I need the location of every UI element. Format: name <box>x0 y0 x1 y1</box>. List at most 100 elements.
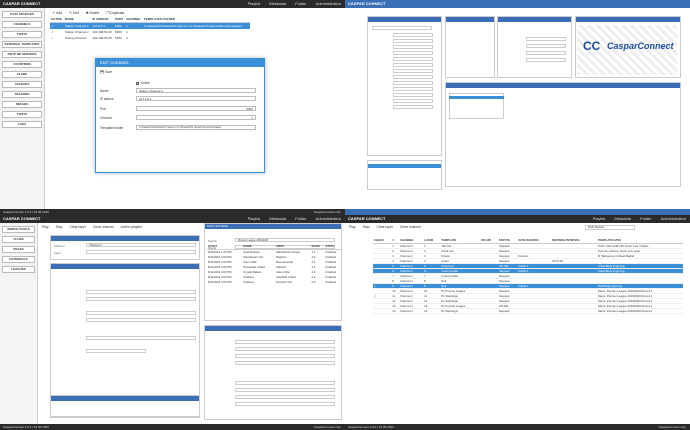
template-select[interactable] <box>86 336 196 340</box>
sidebar-item-clubs[interactable]: CLUBS <box>2 71 42 78</box>
sidebar-item-externals[interactable]: EXTERNALS <box>2 256 35 263</box>
data-panel <box>445 82 681 187</box>
active-label: Active <box>141 81 150 85</box>
sidebar-item-logs[interactable]: LOGS <box>2 121 42 128</box>
sidebar-item-simple-pools[interactable]: SIMPLE POOLS <box>2 226 35 233</box>
stop-button[interactable]: Stop <box>363 225 370 229</box>
channel-stepper[interactable]: 1 <box>136 115 256 120</box>
sidebar-item-data-sources[interactable]: DATA SOURCES <box>2 11 42 18</box>
mapping-field[interactable] <box>235 381 335 385</box>
prop-field[interactable] <box>393 75 433 79</box>
mapping-field[interactable] <box>235 340 335 344</box>
sidebar-item-servers[interactable]: SW IP-NR SERVERS <box>2 51 42 58</box>
mapping-field[interactable] <box>235 361 335 365</box>
menu-folder[interactable]: Folder <box>295 1 306 6</box>
ip-field[interactable]: 127.0.0.1 <box>136 96 256 101</box>
menu-playlist[interactable]: Playlist <box>593 216 606 221</box>
prop-field[interactable] <box>372 26 432 30</box>
table-row[interactable]: 14 Channel 1 14 PL Standings Stopped Name: Pr… <box>373 308 683 314</box>
brand-link[interactable]: CasparConnect.com <box>659 424 686 430</box>
list-item-selected[interactable] <box>449 96 504 99</box>
prop-field[interactable] <box>393 87 433 91</box>
sidebar-item-channels[interactable]: CHANNELS <box>2 21 42 28</box>
search-input[interactable]: Premier League 2019/2020 <box>235 238 335 242</box>
template-select[interactable] <box>86 318 196 322</box>
top-menu: Playlist Metadata Folder Administration <box>240 0 341 8</box>
clear-layer-button[interactable]: Clear layer <box>70 225 86 229</box>
prop-field[interactable] <box>393 63 433 67</box>
port-stepper[interactable]: 5250 <box>136 106 256 111</box>
mapping-field[interactable] <box>235 354 335 358</box>
sidebar-item-leagues[interactable]: LEAGUES <box>2 266 35 273</box>
template-select[interactable] <box>86 290 196 294</box>
sidebar-item-leagues[interactable]: LEAGUES <box>2 81 42 88</box>
sidebar-item-external-templates[interactable]: EXTERNAL TEMPLATES <box>2 41 42 48</box>
prop-field[interactable] <box>393 57 433 61</box>
menu-playlist[interactable]: Playlist <box>248 1 261 6</box>
prop-field[interactable] <box>393 105 433 109</box>
sidebar-item-seasons[interactable]: SEASONS <box>2 91 42 98</box>
table-row[interactable]: 8/11/2019 4:00 PM Chelsea Norwich City 2:3 F… <box>207 280 342 285</box>
active-checkbox[interactable]: Active <box>136 81 150 85</box>
panel-header <box>51 236 199 241</box>
prop-field[interactable] <box>393 81 433 85</box>
channels-window: CASPAR CONNECT Playlist Metadata Folder … <box>0 0 345 215</box>
panel-header <box>51 264 199 269</box>
mapping-field[interactable] <box>235 388 335 392</box>
menu-administration[interactable]: Administration <box>316 216 341 221</box>
menu-metadata[interactable]: Metadata <box>614 216 631 221</box>
setting-field[interactable] <box>526 58 566 62</box>
setting-field[interactable] <box>526 44 566 48</box>
play-button[interactable]: Play <box>349 225 356 229</box>
clear-layer-button[interactable]: Clear layer <box>377 225 393 229</box>
sidebar-item-images[interactable]: IMAGES <box>2 101 42 108</box>
mapping-field[interactable] <box>235 402 335 406</box>
sidebar-item-clubs[interactable]: CLUBS <box>2 236 35 243</box>
menu-metadata[interactable]: Metadata <box>269 1 286 6</box>
menu-administration[interactable]: Administration <box>316 1 341 6</box>
sidebar-item-countries[interactable]: COUNTRIES <box>2 61 42 68</box>
mapping-field[interactable] <box>235 347 335 351</box>
sidebar-item-fonts2[interactable]: FONTS <box>2 111 42 118</box>
paging-field[interactable] <box>86 349 146 353</box>
list-item-selected[interactable] <box>368 164 441 168</box>
sidebar-item-roles[interactable]: ROLES <box>2 246 35 253</box>
template-select[interactable] <box>86 311 196 315</box>
playlist-select[interactable]: 2020 Default <box>585 225 635 230</box>
template-select[interactable] <box>86 297 196 301</box>
prop-field[interactable] <box>393 99 433 103</box>
sidebar-item-fonts[interactable]: FONTS <box>2 31 42 38</box>
menu-playlist[interactable]: Playlist <box>248 216 261 221</box>
save-button[interactable]: 💾 Save <box>100 70 112 74</box>
menu-metadata[interactable]: Metadata <box>269 216 286 221</box>
delete-button[interactable]: ✖ Delete <box>86 11 100 15</box>
prop-field[interactable] <box>393 93 433 97</box>
play-button[interactable]: Play <box>42 225 49 229</box>
folder-field[interactable]: C:\CasparCG\CasparCG Server 2.0.7\Caspar… <box>136 125 256 130</box>
add-button[interactable]: ＋ Add <box>52 11 62 15</box>
channel-select[interactable]: Channel 1 <box>86 243 196 247</box>
setting-field[interactable] <box>526 37 566 41</box>
table-row[interactable]: ✓ Testing Channel 192.168.50.45 5250 2 <box>50 35 250 41</box>
menu-administration[interactable]: Administration <box>661 216 686 221</box>
layer-stepper[interactable] <box>86 250 196 254</box>
add-to-playlist-button[interactable]: Add to playlist <box>121 225 142 229</box>
menu-folder[interactable]: Folder <box>640 216 651 221</box>
stop-button[interactable]: Stop <box>56 225 63 229</box>
status-bar: CasparConnect 1.0.0 | 10.06.2020 CasparC… <box>345 424 690 430</box>
duplicate-button[interactable]: ❐ Duplicate <box>106 11 124 15</box>
prop-field[interactable] <box>393 39 433 43</box>
prop-field[interactable] <box>393 45 433 49</box>
prop-field[interactable] <box>393 69 433 73</box>
mapping-field[interactable] <box>235 395 335 399</box>
prop-field[interactable] <box>393 51 433 55</box>
menu-folder[interactable]: Folder <box>295 216 306 221</box>
edit-button[interactable]: ✎ Edit <box>69 11 79 15</box>
brand-link[interactable]: CasparConnect.com <box>314 424 341 430</box>
sidebar: SIMPLE POOLS CLUBS ROLES EXTERNALS LEAGU… <box>0 223 38 424</box>
name-field[interactable]: Station Channel 1 <box>136 88 256 93</box>
prop-field[interactable] <box>393 33 433 37</box>
clear-channel-button[interactable]: Clear channel <box>93 225 114 229</box>
setting-field[interactable] <box>526 51 566 55</box>
clear-channel-button[interactable]: Clear channel <box>400 225 421 229</box>
